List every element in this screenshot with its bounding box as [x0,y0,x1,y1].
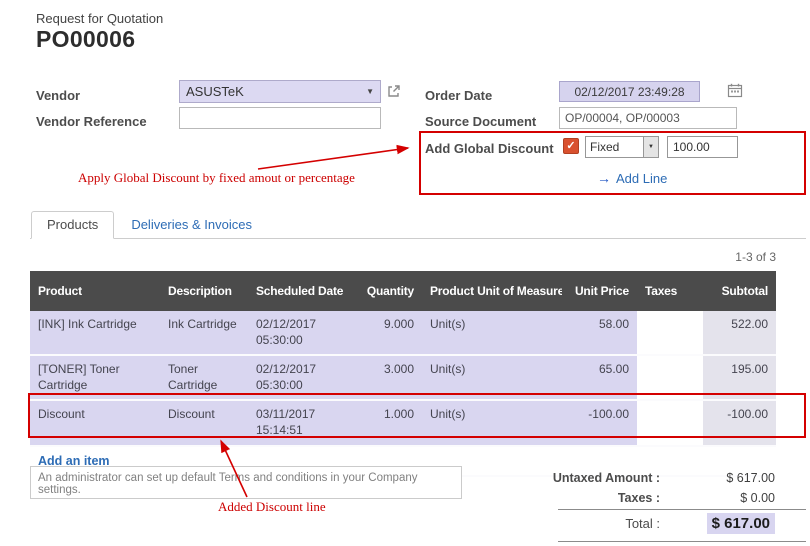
cell-product[interactable]: Discount [30,400,160,445]
terms-conditions-textarea[interactable]: An administrator can set up default Term… [30,466,462,499]
cell-taxes[interactable] [637,311,703,355]
order-line-row-2[interactable]: [TONER] Toner Cartridge Toner Cartridge … [30,355,776,400]
global-discount-label: Add Global Discount [425,141,554,156]
add-line-button[interactable]: → Add Line [597,170,667,186]
terms-placeholder: An administrator can set up default Term… [38,472,418,496]
untaxed-amount-label: Untaxed Amount : [520,471,660,485]
tab-deliveries-invoices[interactable]: Deliveries & Invoices [116,211,267,238]
col-uom: Product Unit of Measure [422,271,562,311]
cell-description[interactable]: Discount [160,400,248,445]
vendor-reference-input[interactable] [179,107,381,129]
totals-divider-top [558,509,806,510]
taxes-row: Taxes : $ 0.00 [520,491,775,505]
cell-product[interactable]: [INK] Ink Cartridge [30,311,160,355]
order-date-label: Order Date [425,88,492,103]
chevron-down-icon: ▼ [366,87,374,96]
cell-uom[interactable]: Unit(s) [422,355,562,400]
vendor-value: ASUSTeK [186,84,244,99]
total-row: Total : $ 617.00 [520,513,775,534]
cell-unit-price[interactable]: 58.00 [562,311,637,355]
cell-subtotal[interactable]: -100.00 [703,400,776,445]
vendor-select[interactable]: ASUSTeK ▼ [179,80,381,103]
cell-taxes[interactable] [637,400,703,445]
cell-uom[interactable]: Unit(s) [422,400,562,445]
cell-uom[interactable]: Unit(s) [422,311,562,355]
checkmark-icon: ✓ [566,140,575,152]
discount-amount-input[interactable] [667,136,738,158]
cell-description[interactable]: Ink Cartridge [160,311,248,355]
cell-quantity[interactable]: 1.000 [352,400,422,445]
tab-products[interactable]: Products [31,211,114,239]
rfq-form-page: Request for Quotation PO00006 Vendor ASU… [0,0,810,546]
annotation-global-discount: Apply Global Discount by fixed amout or … [78,170,355,186]
col-description: Description [160,271,248,311]
order-line-row-discount[interactable]: Discount Discount 03/11/2017 15:14:51 1.… [30,400,776,445]
doc-number-title: PO00006 [36,26,135,53]
total-value: $ 617.00 [707,513,775,534]
cell-product[interactable]: [TONER] Toner Cartridge [30,355,160,400]
external-link-icon[interactable] [387,84,401,98]
col-unit-price: Unit Price [562,271,637,311]
source-document-label: Source Document [425,114,536,129]
discount-type-value: Fixed [586,137,643,157]
cell-unit-price[interactable]: -100.00 [562,400,637,445]
source-document-input[interactable] [559,107,737,129]
cell-unit-price[interactable]: 65.00 [562,355,637,400]
taxes-value: $ 0.00 [660,491,775,505]
untaxed-amount-value: $ 617.00 [660,471,775,485]
arrow-right-icon: → [597,170,611,186]
calendar-icon[interactable] [727,83,743,98]
col-scheduled-date: Scheduled Date [248,271,352,311]
order-line-row-1[interactable]: [INK] Ink Cartridge Ink Cartridge 02/12/… [30,311,776,355]
order-date-input[interactable] [559,81,700,102]
table-header-row: Product Description Scheduled Date Quant… [30,271,776,311]
order-lines-table: Product Description Scheduled Date Quant… [30,271,776,477]
cell-scheduled-date[interactable]: 02/12/2017 05:30:00 [248,311,352,355]
cell-scheduled-date[interactable]: 02/12/2017 05:30:00 [248,355,352,400]
cell-scheduled-date[interactable]: 03/11/2017 15:14:51 [248,400,352,445]
cell-subtotal[interactable]: 522.00 [703,311,776,355]
taxes-label: Taxes : [520,491,660,505]
cell-description[interactable]: Toner Cartridge [160,355,248,400]
untaxed-amount-row: Untaxed Amount : $ 617.00 [520,471,775,485]
pager: 1-3 of 3 [656,250,776,264]
cell-subtotal[interactable]: 195.00 [703,355,776,400]
add-line-label: Add Line [616,171,667,186]
cell-quantity[interactable]: 3.000 [352,355,422,400]
cell-quantity[interactable]: 9.000 [352,311,422,355]
dropdown-arrow-icon: ▼ [643,137,658,157]
vendor-label: Vendor [36,88,80,103]
col-product: Product [30,271,160,311]
cell-taxes[interactable] [637,355,703,400]
vendor-reference-label: Vendor Reference [36,114,147,129]
doc-type-label: Request for Quotation [36,11,163,26]
notebook-tabs: Products Deliveries & Invoices [30,211,806,239]
discount-type-select[interactable]: Fixed ▼ [585,136,659,158]
total-label: Total : [520,516,660,531]
col-taxes: Taxes [637,271,703,311]
totals-divider-bottom [558,541,806,542]
col-subtotal: Subtotal [703,271,776,311]
annotation-discount-line: Added Discount line [218,499,326,515]
global-discount-checkbox[interactable]: ✓ [563,138,579,154]
col-quantity: Quantity [352,271,422,311]
